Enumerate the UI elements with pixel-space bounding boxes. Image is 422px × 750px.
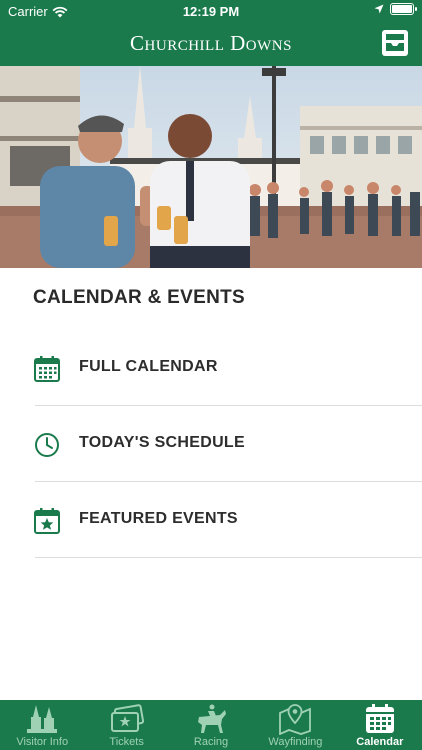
battery-icon <box>390 3 417 15</box>
nav-header: Churchill Downs <box>0 22 422 66</box>
hero-photo <box>0 66 422 268</box>
menu-item-full-calendar[interactable]: FULL CALENDAR <box>0 330 422 406</box>
menu-item-label: FEATURED EVENTS <box>79 510 238 527</box>
top-bar: Carrier 12:19 PM Churchill Downs <box>0 0 422 66</box>
battery-fill <box>392 5 412 13</box>
spires-icon <box>27 705 58 733</box>
tab-calendar[interactable]: Calendar <box>338 700 422 750</box>
status-bar: Carrier 12:19 PM <box>0 0 422 22</box>
app-screen: Carrier 12:19 PM Churchill Downs CALENDA… <box>0 0 422 750</box>
calendar-star-icon <box>34 508 60 534</box>
menu-item-featured-events[interactable]: FEATURED EVENTS <box>0 482 422 558</box>
divider <box>35 557 422 558</box>
map-pin-icon <box>279 704 312 735</box>
calendar-icon <box>34 356 60 382</box>
tab-tickets[interactable]: Tickets <box>84 700 168 750</box>
ticket-icon <box>110 704 144 732</box>
horse-jockey-icon <box>198 704 227 733</box>
tab-label: Wayfinding <box>268 736 323 748</box>
tab-bar: Visitor Info Tickets Racing Wayfinding C… <box>0 700 422 750</box>
tab-visitor-info[interactable]: Visitor Info <box>0 700 84 750</box>
inbox-icon[interactable] <box>380 28 410 58</box>
calendar-icon <box>365 704 394 733</box>
section-title: CALENDAR & EVENTS <box>33 287 246 308</box>
menu-item-label: TODAY'S SCHEDULE <box>79 434 245 451</box>
menu-item-todays-schedule[interactable]: TODAY'S SCHEDULE <box>0 406 422 482</box>
menu-item-label: FULL CALENDAR <box>79 358 218 375</box>
tab-label: Tickets <box>109 736 144 748</box>
brand-title: Churchill Downs <box>130 31 292 55</box>
tab-label: Visitor Info <box>16 736 69 748</box>
tab-label: Calendar <box>356 736 404 748</box>
tab-label: Racing <box>193 736 229 748</box>
status-right <box>374 3 417 15</box>
tab-wayfinding[interactable]: Wayfinding <box>253 700 337 750</box>
tab-racing[interactable]: Racing <box>169 700 253 750</box>
status-time: 12:19 PM <box>182 4 240 19</box>
hero-image <box>0 66 422 268</box>
clock-icon <box>35 433 59 457</box>
location-arrow-icon <box>374 4 384 14</box>
